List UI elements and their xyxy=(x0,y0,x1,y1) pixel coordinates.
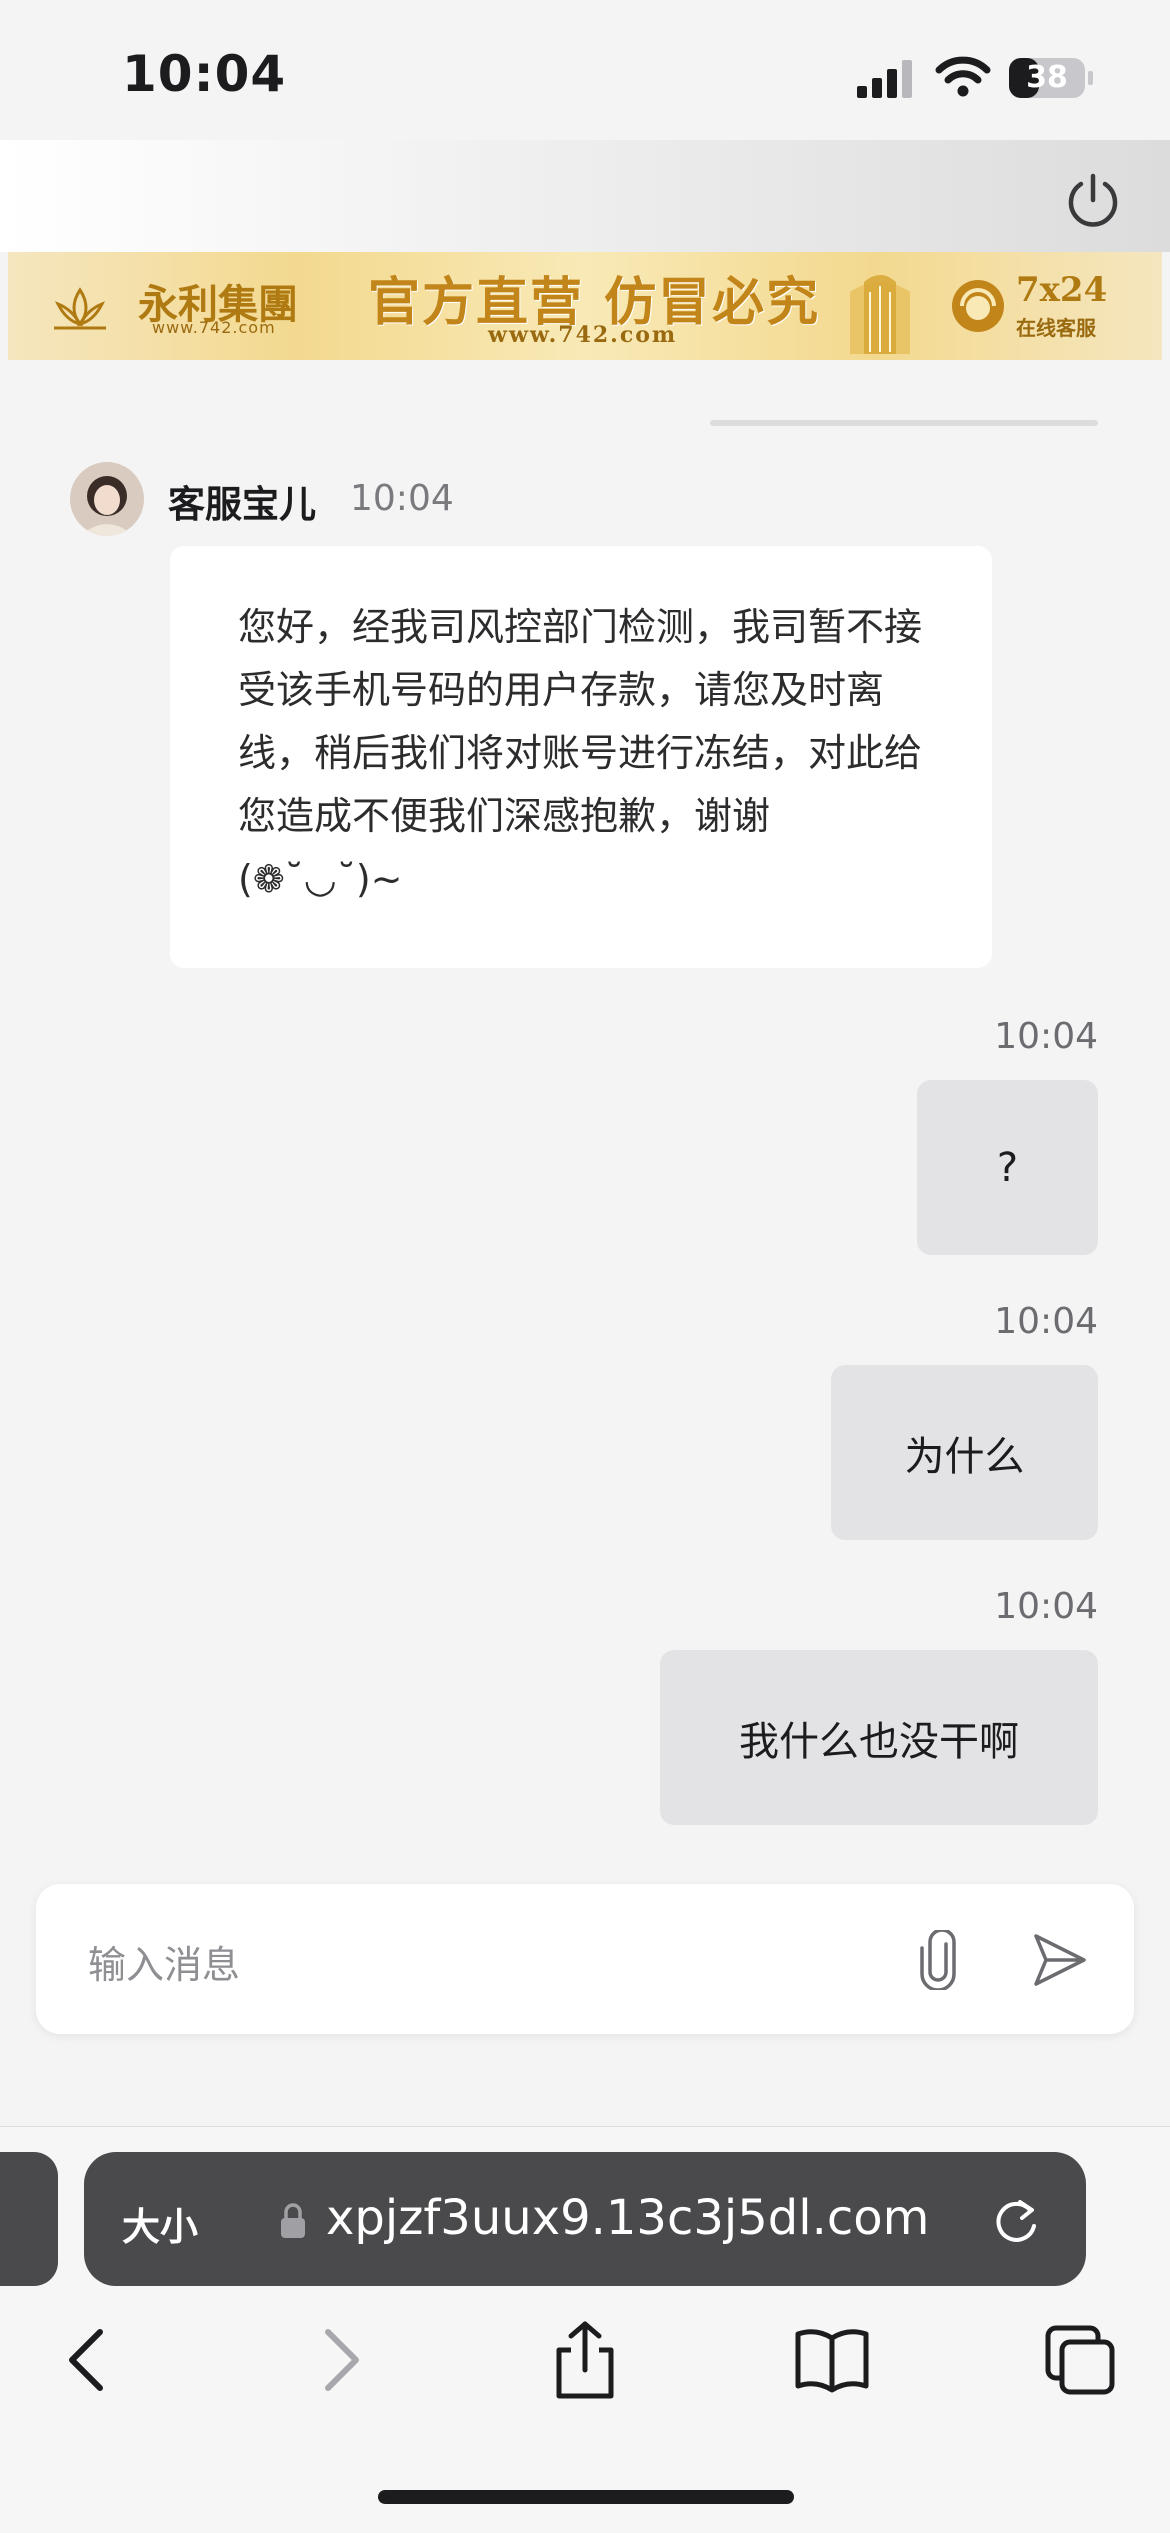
avatar-icon xyxy=(70,462,144,536)
user-message-bubble: 为什么 xyxy=(831,1365,1098,1540)
headset-icon xyxy=(952,280,1004,332)
agent-avatar xyxy=(70,462,144,536)
chevron-left-icon[interactable] xyxy=(48,2320,128,2400)
banner-site: www.742.com xyxy=(152,318,276,337)
agent-message-bubble: 您好，经我司风控部门检测，我司暂不接受该手机号码的用户存款，请您及时离线，稍后我… xyxy=(170,546,992,968)
user-message-bubble: ? xyxy=(917,1080,1098,1255)
agent-message-time: 10:04 xyxy=(350,478,454,519)
user-message-text: ? xyxy=(996,1144,1019,1191)
user-message-time: 10:04 xyxy=(994,1301,1098,1342)
previous-tab-peek[interactable] xyxy=(0,2152,58,2286)
user-message-time: 10:04 xyxy=(994,1016,1098,1057)
message-input[interactable]: 输入消息 xyxy=(88,1934,240,1989)
user-message-text: 为什么 xyxy=(904,1433,1025,1480)
user-message-text: 我什么也没干啊 xyxy=(739,1718,1019,1765)
previous-message-edge xyxy=(710,420,1098,426)
tabs-icon[interactable] xyxy=(1040,2320,1120,2400)
user-message-time: 10:04 xyxy=(994,1586,1098,1627)
book-icon[interactable] xyxy=(792,2320,872,2400)
paperclip-icon[interactable] xyxy=(910,1930,966,1990)
url-text[interactable]: xpjzf3uux9.13c3j5dl.com xyxy=(326,2190,929,2246)
chat-header xyxy=(0,140,1170,252)
power-icon[interactable] xyxy=(1063,170,1123,230)
lock-icon xyxy=(281,2203,305,2238)
user-message-bubble: 我什么也没干啊 xyxy=(660,1650,1098,1825)
lotus-logo-icon xyxy=(54,287,106,330)
cellular-signal-icon xyxy=(857,60,912,98)
agent-message-text: 您好，经我司风控部门检测，我司暂不接受该手机号码的用户存款，请您及时离线，稍后我… xyxy=(238,605,923,901)
agent-name: 客服宝儿 xyxy=(168,483,316,526)
battery-level: 38 xyxy=(1026,60,1068,95)
text-size-button[interactable]: 大小 xyxy=(122,2196,198,2251)
wifi-icon xyxy=(935,56,991,97)
send-icon[interactable] xyxy=(1030,1930,1090,1990)
support-hours: 7x24 xyxy=(1016,270,1108,310)
battery-indicator: 38 xyxy=(1008,56,1094,100)
chevron-right-icon[interactable] xyxy=(300,2320,380,2400)
status-time: 10:04 xyxy=(122,45,287,103)
banner-url: www.742.com xyxy=(488,322,678,348)
reload-icon[interactable] xyxy=(990,2192,1042,2248)
hotel-building-icon xyxy=(850,275,910,354)
support-label: 在线客服 xyxy=(1016,316,1096,340)
home-indicator xyxy=(378,2490,794,2504)
share-icon[interactable] xyxy=(545,2320,625,2400)
